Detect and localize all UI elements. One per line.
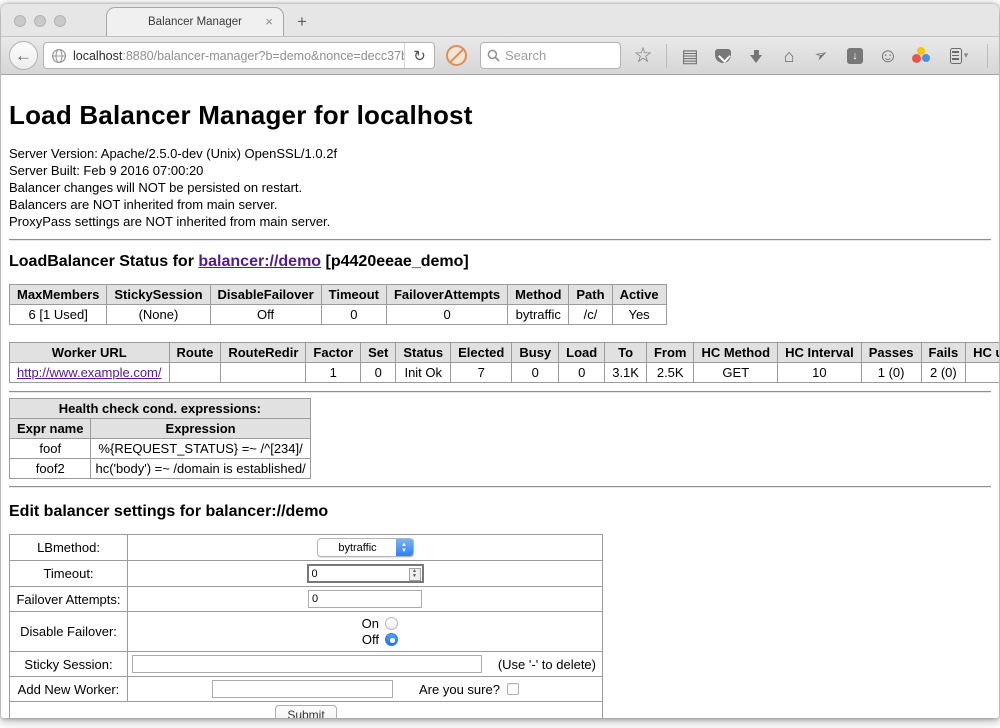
browser-window: Balancer Manager × + ← localhost:8880/ba… [1, 4, 999, 718]
reload-button[interactable]: ↻ [404, 43, 434, 68]
health-header-row: Expr name Expression [10, 419, 311, 439]
save-page-icon[interactable]: ↓ [845, 45, 865, 67]
back-button[interactable]: ← [9, 41, 38, 70]
sticky-session-input[interactable] [132, 655, 482, 673]
server-built: Server Built: Feb 9 2016 07:00:20 [9, 162, 991, 179]
close-window-button[interactable] [14, 15, 26, 27]
status-heading: LoadBalancer Status for balancer://demo … [9, 253, 991, 271]
balancer-demo-link[interactable]: balancer://demo [198, 253, 321, 270]
tab-bar: Balancer Manager × + [1, 4, 999, 36]
sticky-session-label: Sticky Session: [10, 652, 128, 677]
reload-icon: ↻ [413, 47, 426, 65]
content-block-icon[interactable] [446, 45, 467, 66]
note-inherit: Balancers are NOT inherited from main se… [9, 196, 991, 213]
balancer-settings-form: LBmethod: bytraffic ▲▼ Timeout: ▲▼ [9, 534, 603, 718]
toolbar-separator [987, 44, 988, 68]
sticky-session-hint: (Use '-' to delete) [498, 657, 598, 672]
select-stepper-icon: ▲▼ [396, 538, 413, 557]
note-proxypass: ProxyPass settings are NOT inherited fro… [9, 213, 991, 230]
timeout-label: Timeout: [10, 561, 128, 587]
add-worker-label: Add New Worker: [10, 677, 128, 702]
disable-failover-label: Disable Failover: [10, 612, 128, 652]
container-caret-icon: ▾ [964, 50, 969, 61]
balancer-header-row: MaxMembers StickySession DisableFailover… [10, 285, 667, 305]
lbmethod-value: bytraffic [318, 542, 396, 554]
pocket-icon[interactable] [713, 45, 733, 67]
sticky-session-row: Sticky Session: (Use '-' to delete) [10, 652, 603, 677]
timeout-row: Timeout: ▲▼ [10, 561, 603, 587]
window-controls[interactable] [14, 15, 66, 27]
search-bar[interactable] [480, 42, 621, 69]
new-tab-button[interactable]: + [297, 13, 307, 31]
url-text[interactable]: localhost:8880/balancer-manager?b=demo&n… [73, 49, 404, 63]
url-bar[interactable]: localhost:8880/balancer-manager?b=demo&n… [43, 42, 435, 69]
home-icon[interactable]: ⌂ [779, 45, 799, 67]
health-row-foof: foof %{REQUEST_STATUS} =~ /^[234]/ [10, 439, 311, 459]
add-worker-row: Add New Worker: Are you sure? [10, 677, 603, 702]
disable-failover-off-radio[interactable] [385, 633, 398, 646]
divider [9, 391, 991, 393]
globe-icon [51, 48, 67, 64]
lbmethod-select[interactable]: bytraffic ▲▼ [317, 538, 414, 557]
balancer-status-table: MaxMembers StickySession DisableFailover… [9, 284, 667, 325]
page-title: Load Balancer Manager for localhost [9, 100, 991, 131]
reading-list-icon[interactable]: ▤ [680, 45, 700, 67]
toolbar-separator [666, 44, 667, 68]
minimize-window-button[interactable] [34, 15, 46, 27]
tab-balancer-manager[interactable]: Balancer Manager × [106, 7, 284, 36]
failover-attempts-row: Failover Attempts: [10, 587, 603, 612]
radio-on-label: On [362, 616, 379, 631]
radio-off-label: Off [362, 632, 379, 647]
number-spinner-icon[interactable]: ▲▼ [409, 568, 421, 581]
tab-close-icon[interactable]: × [265, 15, 273, 28]
back-icon: ← [15, 46, 32, 66]
are-you-sure-checkbox[interactable] [507, 683, 519, 695]
feedback-smiley-icon[interactable]: ☺ [878, 45, 898, 67]
zoom-window-button[interactable] [54, 15, 66, 27]
container-tabs-icon[interactable]: ▾ [944, 45, 974, 67]
share-colors-icon[interactable] [911, 45, 931, 67]
edit-settings-heading: Edit balancer settings for balancer://de… [9, 503, 991, 521]
lbmethod-row: LBmethod: bytraffic ▲▼ [10, 535, 603, 561]
health-title-row: Health check cond. expressions: [10, 399, 311, 419]
navigation-toolbar: ← localhost:8880/balancer-manager?b=demo… [1, 36, 999, 75]
submit-button[interactable]: Submit [275, 705, 336, 718]
url-domain: localhost [73, 49, 122, 63]
health-check-table: Health check cond. expressions: Expr nam… [9, 398, 311, 479]
server-info: Server Version: Apache/2.5.0-dev (Unix) … [9, 145, 991, 230]
disable-failover-row: Disable Failover: On Off [10, 612, 603, 652]
divider [9, 486, 991, 488]
are-you-sure-label: Are you sure? [419, 682, 500, 697]
worker-table: Worker URL Route RouteRedir Factor Set S… [9, 342, 999, 383]
bookmark-star-icon[interactable]: ☆ [633, 45, 653, 67]
note-persist: Balancer changes will NOT be persisted o… [9, 179, 991, 196]
url-path: :8880/balancer-manager?b=demo&nonce=decc… [122, 49, 404, 63]
divider [9, 239, 991, 241]
disable-failover-on-radio[interactable] [385, 617, 398, 630]
worker-header-row: Worker URL Route RouteRedir Factor Set S… [10, 343, 1000, 363]
send-tab-icon[interactable]: ➢ [812, 45, 832, 67]
failover-attempts-input[interactable] [308, 590, 422, 608]
balancer-data-row: 6 [1 Used] (None) Off 0 0 bytraffic /c/ … [10, 305, 667, 325]
add-worker-input[interactable] [212, 680, 393, 698]
tab-title: Balancer Manager [148, 16, 242, 28]
failover-attempts-label: Failover Attempts: [10, 587, 128, 612]
worker-url-link[interactable]: http://www.example.com/ [17, 365, 162, 380]
downloads-icon[interactable] [746, 45, 766, 67]
submit-row: Submit [10, 702, 603, 719]
timeout-input[interactable] [307, 564, 424, 583]
search-icon [487, 49, 500, 62]
health-row-foof2: foof2 hc('body') =~ /domain is establish… [10, 459, 311, 479]
lbmethod-label: LBmethod: [10, 535, 128, 561]
server-version: Server Version: Apache/2.5.0-dev (Unix) … [9, 145, 991, 162]
search-input[interactable] [505, 48, 614, 63]
worker-data-row: http://www.example.com/ 1 0 Init Ok 7 0 … [10, 363, 1000, 383]
toolbar-icons: ☆ ▤ ⌂ ➢ ↓ ☺ ▾ [633, 44, 999, 68]
page-content: Load Balancer Manager for localhost Serv… [1, 75, 999, 718]
